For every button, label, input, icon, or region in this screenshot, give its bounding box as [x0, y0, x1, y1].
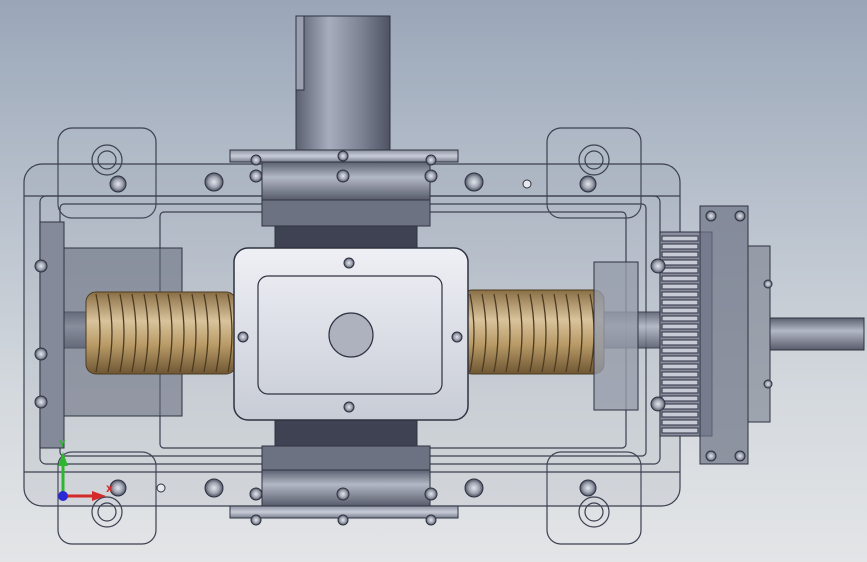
gear-tooth [661, 387, 699, 394]
gear-tooth [661, 395, 699, 402]
gear-tooth [661, 251, 699, 258]
gear-tooth [661, 347, 699, 354]
output-shaft-top [229, 15, 459, 253]
bolt-head [336, 487, 350, 501]
gear-tooth [661, 243, 699, 250]
bolt-head [109, 175, 127, 193]
bolt-head [204, 172, 224, 192]
gear-tooth [661, 339, 699, 346]
bolt-head [705, 450, 717, 462]
graphics-viewport[interactable]: Y X [0, 0, 867, 562]
bolt-head [650, 258, 666, 274]
bolt-head [343, 257, 355, 269]
bolt-head [464, 478, 484, 498]
bolt-head [343, 401, 355, 413]
bolt-head [250, 514, 262, 526]
bolt-head [425, 514, 437, 526]
bolt-head [464, 172, 484, 192]
bolt-head [734, 450, 746, 462]
gear-tooth [661, 235, 699, 242]
bolt-head [650, 396, 666, 412]
bolt-head [34, 395, 48, 409]
gearbox-model [23, 15, 865, 545]
gear-tooth [661, 355, 699, 362]
gear-tooth [661, 315, 699, 322]
bolt-head [336, 169, 350, 183]
triad-x-label: X [106, 485, 113, 495]
bolt-head [249, 487, 263, 501]
triad-z-axis [58, 491, 68, 501]
bolt-head [579, 175, 597, 193]
gear-tooth [661, 427, 699, 434]
gear-tooth [661, 419, 699, 426]
gear-tooth [661, 259, 699, 266]
bolt-head [250, 154, 262, 166]
gear-tooth [661, 323, 699, 330]
bolt-head [734, 210, 746, 222]
gear-tooth [661, 411, 699, 418]
bolt-head [579, 479, 597, 497]
bolt-head [34, 259, 48, 273]
bolt-head [424, 487, 438, 501]
gear-tooth [661, 307, 699, 314]
bolt-head [204, 478, 224, 498]
gear-tooth [661, 379, 699, 386]
bolt-head [425, 154, 437, 166]
bolt-head [337, 514, 349, 526]
gear-tooth [661, 363, 699, 370]
bolt-head [34, 347, 48, 361]
gear-tooth [661, 291, 699, 298]
bolt-head [337, 150, 349, 162]
input-shaft-right [769, 317, 865, 351]
gear-tooth [661, 403, 699, 410]
gear-tooth [661, 299, 699, 306]
dowel-pin-bottom [156, 483, 166, 493]
gear-tooth [661, 371, 699, 378]
gear-tooth [661, 267, 699, 274]
bolt-head [451, 331, 463, 343]
gear-tooth [661, 283, 699, 290]
worm-thread-left [85, 291, 237, 375]
bolt-head [763, 379, 773, 389]
bolt-head [237, 331, 249, 343]
gear-tooth [661, 275, 699, 282]
gear-tooth [661, 331, 699, 338]
bolt-head [705, 210, 717, 222]
dowel-pin-top [522, 179, 532, 189]
triad-y-label: Y [59, 440, 66, 450]
bolt-head [249, 169, 263, 183]
bolt-head [763, 279, 773, 289]
bolt-head [424, 169, 438, 183]
inspection-cover [233, 247, 469, 421]
